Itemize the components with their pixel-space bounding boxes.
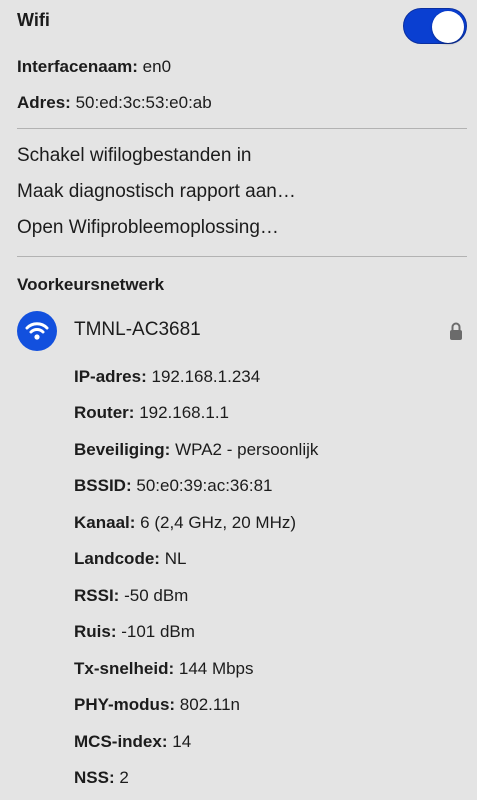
open-wifi-troubleshooting-item[interactable]: Open Wifiprobleemoplossing… bbox=[17, 217, 279, 239]
detail-row: NSS: 2 bbox=[74, 768, 129, 788]
enable-wifi-logging-item[interactable]: Schakel wifilogbestanden in bbox=[17, 145, 252, 167]
lock-icon bbox=[449, 321, 463, 346]
detail-row: Tx-snelheid: 144 Mbps bbox=[74, 659, 254, 679]
wifi-icon bbox=[17, 311, 57, 351]
detail-label: NSS: bbox=[74, 768, 115, 787]
detail-row: Landcode: NL bbox=[74, 549, 186, 569]
address-row: Adres: 50:ed:3c:53:e0:ab bbox=[17, 93, 212, 113]
detail-row: Beveiliging: WPA2 - persoonlijk bbox=[74, 440, 318, 460]
detail-value: 802.11n bbox=[179, 695, 240, 714]
wifi-menu-panel: Wifi Interfacenaam: en0 Adres: 50:ed:3c:… bbox=[0, 0, 477, 800]
preferred-network-item[interactable]: TMNL-AC3681 bbox=[17, 311, 467, 351]
detail-value: 192.168.1.234 bbox=[151, 367, 261, 386]
detail-row: Ruis: -101 dBm bbox=[74, 622, 195, 642]
detail-label: RSSI: bbox=[74, 586, 120, 605]
detail-row: Kanaal: 6 (2,4 GHz, 20 MHz) bbox=[74, 513, 296, 533]
wifi-title: Wifi bbox=[17, 10, 50, 30]
detail-label: BSSID: bbox=[74, 476, 132, 495]
detail-value: -101 dBm bbox=[121, 622, 195, 641]
detail-value: 50:e0:39:ac:36:81 bbox=[136, 476, 273, 495]
detail-label: IP-adres: bbox=[74, 367, 147, 386]
interface-name-value: en0 bbox=[142, 57, 172, 76]
divider bbox=[17, 128, 467, 129]
address-label: Adres: bbox=[17, 93, 71, 112]
detail-label: MCS-index: bbox=[74, 732, 168, 751]
wifi-header: Wifi bbox=[17, 8, 467, 44]
preferred-network-heading: Voorkeursnetwerk bbox=[17, 275, 165, 294]
detail-value: WPA2 - persoonlijk bbox=[175, 440, 319, 459]
interface-name-row: Interfacenaam: en0 bbox=[17, 57, 171, 77]
detail-row: RSSI: -50 dBm bbox=[74, 586, 188, 606]
detail-value: 2 bbox=[119, 768, 129, 787]
detail-label: Kanaal: bbox=[74, 513, 136, 532]
toggle-knob bbox=[432, 11, 464, 43]
detail-label: Beveiliging: bbox=[74, 440, 171, 459]
address-value: 50:ed:3c:53:e0:ab bbox=[75, 93, 212, 112]
detail-label: Router: bbox=[74, 403, 135, 422]
detail-row: IP-adres: 192.168.1.234 bbox=[74, 367, 260, 387]
detail-value: NL bbox=[164, 549, 187, 568]
detail-value: 144 Mbps bbox=[178, 659, 254, 678]
network-name: TMNL-AC3681 bbox=[74, 319, 201, 340]
detail-row: PHY-modus: 802.11n bbox=[74, 695, 240, 715]
detail-label: Tx-snelheid: bbox=[74, 659, 175, 678]
interface-name-label: Interfacenaam: bbox=[17, 57, 138, 76]
detail-value: 6 (2,4 GHz, 20 MHz) bbox=[140, 513, 297, 532]
create-diagnostic-report-item[interactable]: Maak diagnostisch rapport aan… bbox=[17, 181, 296, 203]
detail-value: -50 dBm bbox=[124, 586, 189, 605]
detail-row: Router: 192.168.1.1 bbox=[74, 403, 229, 423]
detail-row: MCS-index: 14 bbox=[74, 732, 191, 752]
detail-label: Ruis: bbox=[74, 622, 117, 641]
detail-label: PHY-modus: bbox=[74, 695, 176, 714]
detail-value: 14 bbox=[172, 732, 192, 751]
detail-value: 192.168.1.1 bbox=[139, 403, 229, 422]
wifi-toggle[interactable] bbox=[403, 8, 467, 44]
detail-row: BSSID: 50:e0:39:ac:36:81 bbox=[74, 476, 272, 496]
detail-label: Landcode: bbox=[74, 549, 160, 568]
divider bbox=[17, 256, 467, 257]
